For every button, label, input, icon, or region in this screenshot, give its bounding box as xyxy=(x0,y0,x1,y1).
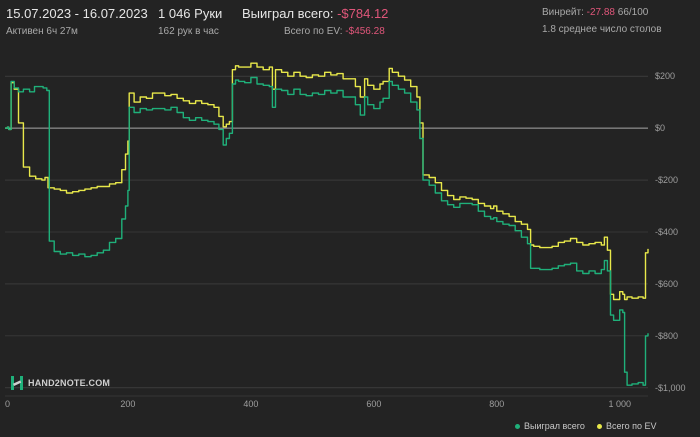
y-tick-label: $200 xyxy=(655,71,675,81)
y-tick-label: -$600 xyxy=(655,279,678,289)
legend-ev[interactable]: Всего по EV xyxy=(597,421,656,431)
legend-won-label: Выиграл всего xyxy=(524,421,585,431)
brand-name: HAND2NOTE.COM xyxy=(28,378,111,388)
hand2note-brand: HAND2NOTE.COM xyxy=(10,375,110,391)
y-tick-label: -$200 xyxy=(655,175,678,185)
legend-won-marker xyxy=(515,423,520,429)
y-tick-label: -$1,000 xyxy=(655,383,686,393)
y-tick-label: -$400 xyxy=(655,227,678,237)
series-lines xyxy=(5,62,649,386)
x-tick-label: 400 xyxy=(243,399,258,409)
x-tick-label: 600 xyxy=(366,399,381,409)
grid-lines xyxy=(5,75,648,397)
legend-won[interactable]: Выиграл всего xyxy=(515,421,585,431)
x-tick-label: 200 xyxy=(120,399,135,409)
x-tick-label: 800 xyxy=(489,399,504,409)
y-tick-label: $0 xyxy=(655,123,665,133)
x-axis-ticks: 0 200 400 600 800 1 000 xyxy=(5,399,631,409)
x-tick-label: 1 000 xyxy=(608,399,631,409)
hand2note-logo-icon xyxy=(11,376,23,390)
x-tick-label: 0 xyxy=(5,399,10,409)
winnings-graph[interactable]: $200 $0 -$200 -$400 -$600 -$800 -$1,000 0 200 40… xyxy=(0,0,700,437)
legend-ev-marker xyxy=(597,423,602,429)
series-ev-line xyxy=(5,62,649,301)
y-axis-ticks: $200 $0 -$200 -$400 -$600 -$800 -$1,000 xyxy=(655,71,686,393)
y-tick-label: -$800 xyxy=(655,331,678,341)
series-won-line xyxy=(5,76,649,386)
legend-ev-label: Всего по EV xyxy=(606,421,657,431)
